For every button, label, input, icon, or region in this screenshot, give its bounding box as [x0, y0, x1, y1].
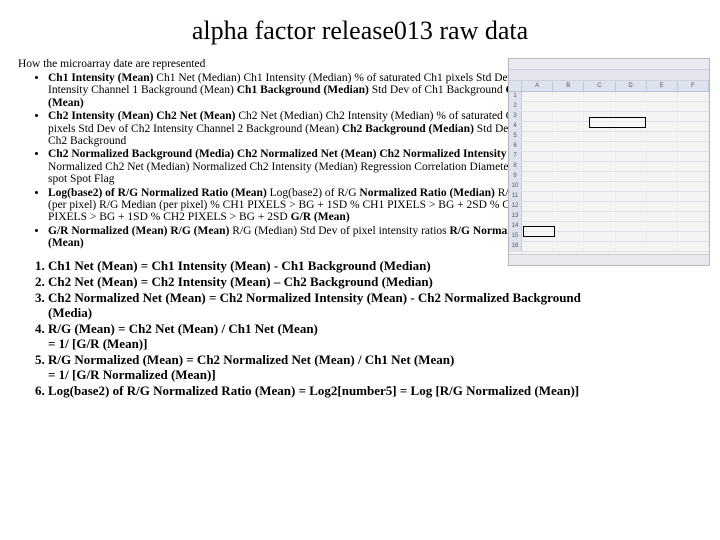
slide-title: alpha factor release013 raw data	[18, 16, 702, 46]
definition-item: Log(base2) of R/G Normalized Ratio (Mean…	[48, 383, 608, 398]
spreadsheet-thumbnail: ABCDEF 12345678910111213141516	[508, 58, 710, 266]
field-bullet: G/R Normalized (Mean) R/G (Mean) R/G (Me…	[48, 225, 548, 250]
field-bullets: Ch1 Intensity (Mean) Ch1 Net (Median) Ch…	[18, 72, 548, 250]
field-bullet: Ch2 Normalized Background (Media) Ch2 No…	[48, 148, 548, 185]
definition-item: Ch2 Net (Mean) = Ch2 Intensity (Mean) – …	[48, 274, 608, 289]
field-bullet: Ch1 Intensity (Mean) Ch1 Net (Median) Ch…	[48, 72, 548, 109]
definition-item: Ch2 Normalized Net (Mean) = Ch2 Normaliz…	[48, 290, 608, 320]
definitions-list: Ch1 Net (Mean) = Ch1 Intensity (Mean) - …	[18, 258, 608, 399]
definition-item: R/G (Mean) = Ch2 Net (Mean) / Ch1 Net (M…	[48, 321, 608, 351]
field-bullet: Ch2 Intensity (Mean) Ch2 Net (Mean) Ch2 …	[48, 110, 548, 147]
definition-item: R/G Normalized (Mean) = Ch2 Normalized N…	[48, 352, 608, 382]
field-bullet: Log(base2) of R/G Normalized Ratio (Mean…	[48, 187, 548, 224]
